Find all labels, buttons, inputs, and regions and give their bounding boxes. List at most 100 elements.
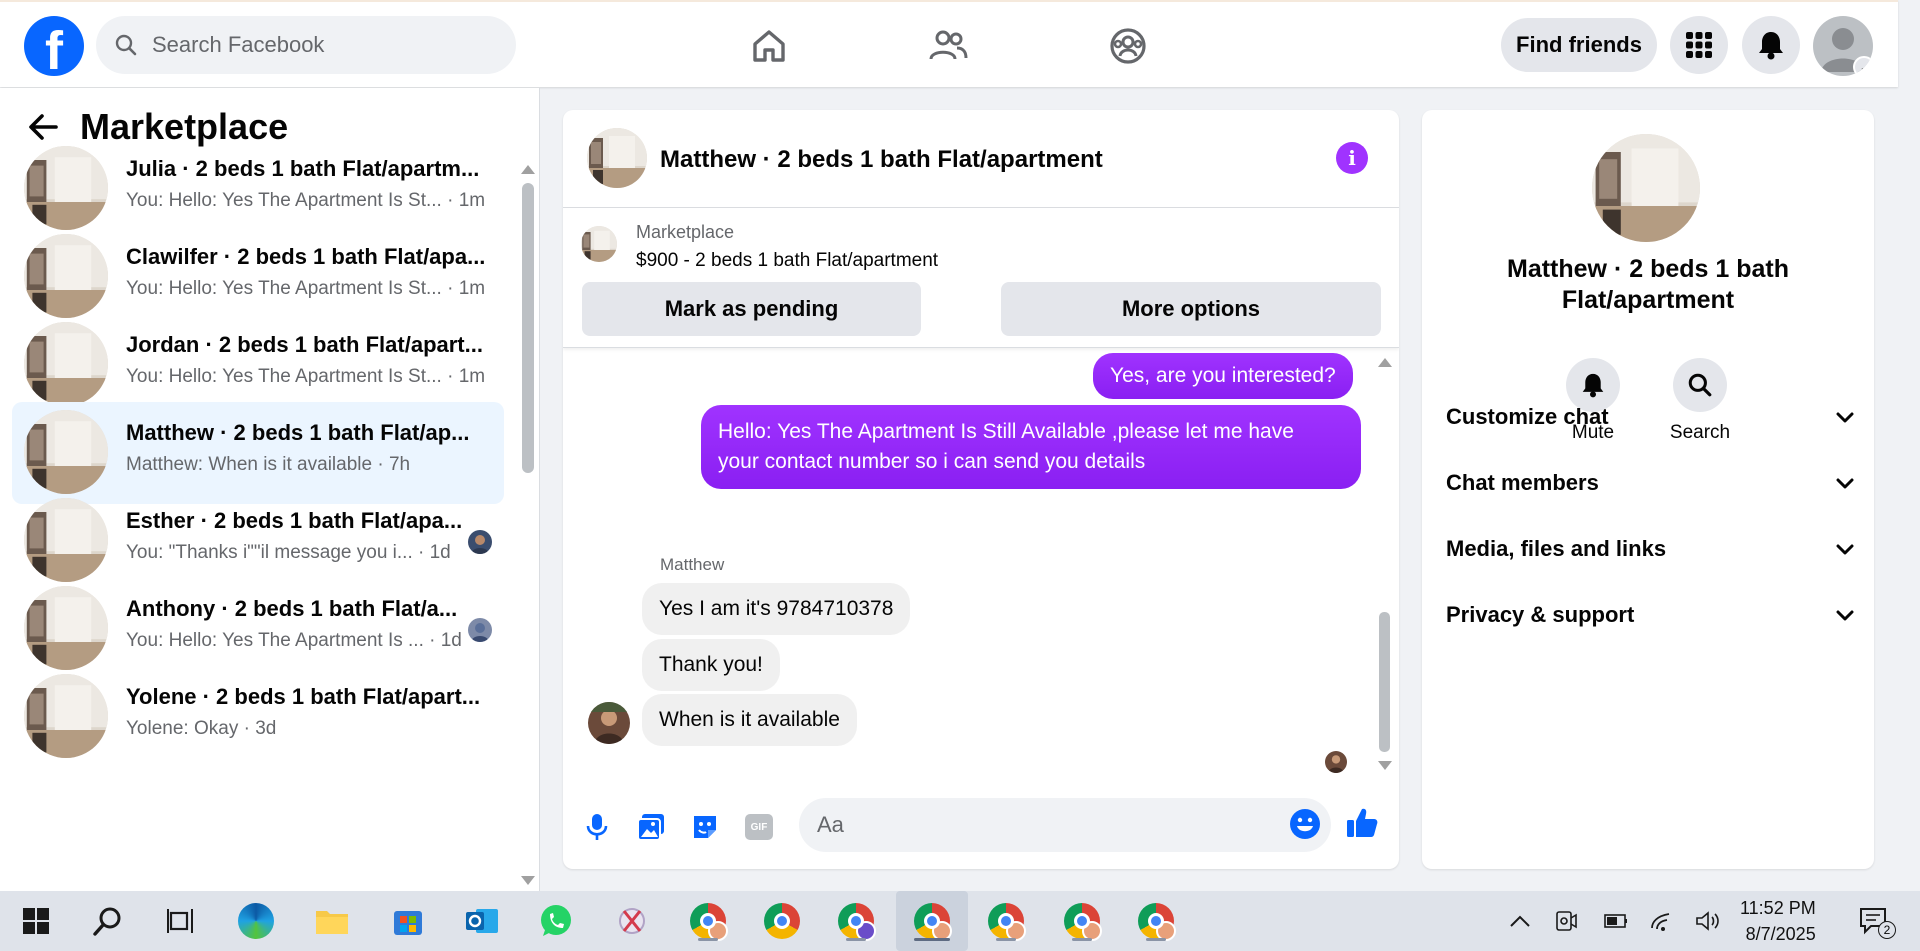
- chrome-profile-icon[interactable]: [1134, 899, 1178, 943]
- account-avatar[interactable]: ⌄: [1813, 16, 1873, 76]
- info-section-label: Chat members: [1446, 470, 1599, 495]
- gif-icon[interactable]: GIF: [744, 812, 774, 842]
- conversation-item[interactable]: Jordan · 2 beds 1 bath Flat/apart... You:…: [12, 314, 504, 416]
- chrome-profile-icon[interactable]: [834, 899, 878, 943]
- home-icon[interactable]: [742, 20, 796, 72]
- conversation-item[interactable]: Anthony · 2 beds 1 bath Flat/a... You: He…: [12, 578, 504, 680]
- chevron-down-icon: [1836, 602, 1854, 628]
- apartment-photo: [24, 674, 108, 758]
- chat-scrollbar[interactable]: [1379, 612, 1390, 752]
- info-section-row[interactable]: Privacy & support: [1446, 590, 1854, 640]
- conversation-thumbnail: [24, 146, 108, 230]
- sender-name: Matthew: [660, 555, 725, 574]
- conversation-snippet: Matthew: When is it available · 7h: [126, 454, 411, 475]
- conversation-thumbnail: [24, 410, 108, 494]
- message-line: Hello: Yes The Apartment Is Still Availa…: [718, 420, 1294, 443]
- bell-icon: [1759, 32, 1783, 60]
- volume-icon[interactable]: [1686, 899, 1730, 943]
- search-bar[interactable]: [96, 16, 516, 74]
- clock-date: 8/7/2025: [1745, 924, 1816, 944]
- incoming-message[interactable]: Thank you!: [642, 639, 780, 691]
- chat-avatar[interactable]: [587, 128, 647, 188]
- apartment-photo: [1592, 134, 1700, 242]
- notification-count-badge: 2: [1878, 921, 1896, 939]
- listing-price-title[interactable]: $900 - 2 beds 1 bath Flat/apartment: [636, 250, 938, 272]
- find-friends-button[interactable]: Find friends: [1501, 18, 1657, 72]
- menu-grid-button[interactable]: [1670, 16, 1728, 74]
- chrome-profile-icon[interactable]: [1060, 899, 1104, 943]
- chat-scroll-up-arrow[interactable]: [1378, 358, 1392, 367]
- apartment-photo: [587, 128, 647, 188]
- microsoft-store-icon[interactable]: [386, 899, 430, 943]
- file-explorer-icon[interactable]: [310, 899, 354, 943]
- conversation-item[interactable]: Clawilfer · 2 beds 1 bath Flat/apa... You…: [12, 226, 504, 328]
- top-navigation-bar: f Find friends ⌄: [0, 0, 1898, 87]
- conversation-thumbnail: [24, 498, 108, 582]
- chevron-down-icon[interactable]: ⌄: [1853, 56, 1873, 76]
- listing-thumbnail[interactable]: [581, 226, 617, 262]
- more-options-button[interactable]: More options: [1001, 282, 1381, 336]
- chat-title[interactable]: Matthew · 2 beds 1 bath Flat/apartment: [660, 146, 1103, 174]
- conversation-item[interactable]: Esther · 2 beds 1 bath Flat/apa... You: "…: [12, 490, 504, 592]
- info-section-row[interactable]: Media, files and links: [1446, 524, 1854, 574]
- emoji-icon[interactable]: [1289, 808, 1321, 845]
- conversation-item[interactable]: Julia · 2 beds 1 bath Flat/apartm... You:…: [12, 138, 504, 240]
- show-hidden-icons-chevron-icon[interactable]: [1498, 899, 1542, 943]
- info-section-label: Customize chat: [1446, 404, 1609, 429]
- gif-label: GIF: [745, 814, 773, 840]
- chrome-icon[interactable]: [760, 899, 804, 943]
- conversation-thumbnail: [24, 234, 108, 318]
- system-clock[interactable]: 11:52 PM 8/7/2025: [1740, 895, 1816, 947]
- outlook-icon[interactable]: [460, 899, 504, 943]
- chat-info-panel: Matthew · 2 beds 1 bath Flat/apartment M…: [1422, 110, 1874, 869]
- conversation-item[interactable]: Matthew · 2 beds 1 bath Flat/ap... Matthe…: [12, 402, 504, 504]
- task-view-icon[interactable]: [158, 899, 202, 943]
- conversation-name: Jordan · 2 beds 1 bath Flat/apart...: [126, 332, 483, 357]
- incoming-message[interactable]: Yes I am it's 9784710378: [642, 583, 911, 635]
- edge-browser-icon[interactable]: [234, 899, 278, 943]
- listing-avatar[interactable]: [1592, 134, 1700, 242]
- chat-panel: Matthew · 2 beds 1 bath Flat/apartment i…: [563, 110, 1399, 869]
- info-panel-title: Matthew · 2 beds 1 bath Flat/apartment: [1507, 255, 1789, 314]
- outgoing-message[interactable]: Yes, are you interested?: [1093, 353, 1353, 399]
- sender-avatar[interactable]: [588, 702, 630, 744]
- sidebar-scrollbar[interactable]: [522, 183, 534, 473]
- photo-icon[interactable]: [636, 812, 666, 842]
- mark-as-pending-button[interactable]: Mark as pending: [582, 282, 921, 336]
- chrome-profile-icon[interactable]: [984, 899, 1028, 943]
- info-section-row[interactable]: Customize chat: [1446, 392, 1854, 442]
- conversation-item[interactable]: Yolene · 2 beds 1 bath Flat/apart... Yole…: [12, 666, 504, 768]
- camera-icon[interactable]: [1544, 899, 1588, 943]
- facebook-logo[interactable]: f: [24, 16, 84, 76]
- notification-center-icon[interactable]: 2: [1852, 899, 1896, 943]
- wifi-icon[interactable]: [1640, 899, 1684, 943]
- apartment-photo: [24, 498, 108, 582]
- sticker-icon[interactable]: [690, 812, 720, 842]
- groups-icon[interactable]: [1101, 20, 1155, 72]
- chrome-profile-icon[interactable]: [686, 899, 730, 943]
- message-input[interactable]: [799, 798, 1331, 852]
- info-section-label: Privacy & support: [1446, 602, 1635, 627]
- info-icon[interactable]: i: [1336, 142, 1368, 174]
- battery-icon: [1594, 899, 1638, 943]
- chat-scroll-down-arrow[interactable]: [1378, 761, 1392, 770]
- info-section-row[interactable]: Chat members: [1446, 458, 1854, 508]
- windows-start-icon[interactable]: [14, 899, 58, 943]
- snipping-tool-icon[interactable]: [610, 899, 654, 943]
- back-arrow-icon[interactable]: [28, 113, 58, 141]
- notifications-button[interactable]: [1742, 16, 1800, 74]
- whatsapp-icon[interactable]: [534, 899, 578, 943]
- microphone-icon[interactable]: [582, 812, 612, 842]
- taskbar-search-icon[interactable]: [86, 899, 130, 943]
- scroll-up-arrow[interactable]: [521, 165, 535, 174]
- search-input[interactable]: [152, 32, 492, 58]
- conversation-snippet: You: Hello: Yes The Apartment Is St... ·…: [126, 278, 486, 299]
- apartment-photo: [24, 410, 108, 494]
- scroll-down-arrow[interactable]: [521, 876, 535, 885]
- chrome-profile-icon[interactable]: [910, 899, 954, 943]
- like-thumb-icon[interactable]: [1345, 806, 1379, 845]
- outgoing-message[interactable]: Hello: Yes The Apartment Is Still Availa…: [701, 405, 1361, 489]
- incoming-message[interactable]: When is it available: [642, 694, 857, 746]
- friends-icon[interactable]: [921, 20, 975, 72]
- conversation-sidebar: Marketplace Julia · 2 beds 1 bath Flat/a…: [0, 88, 540, 891]
